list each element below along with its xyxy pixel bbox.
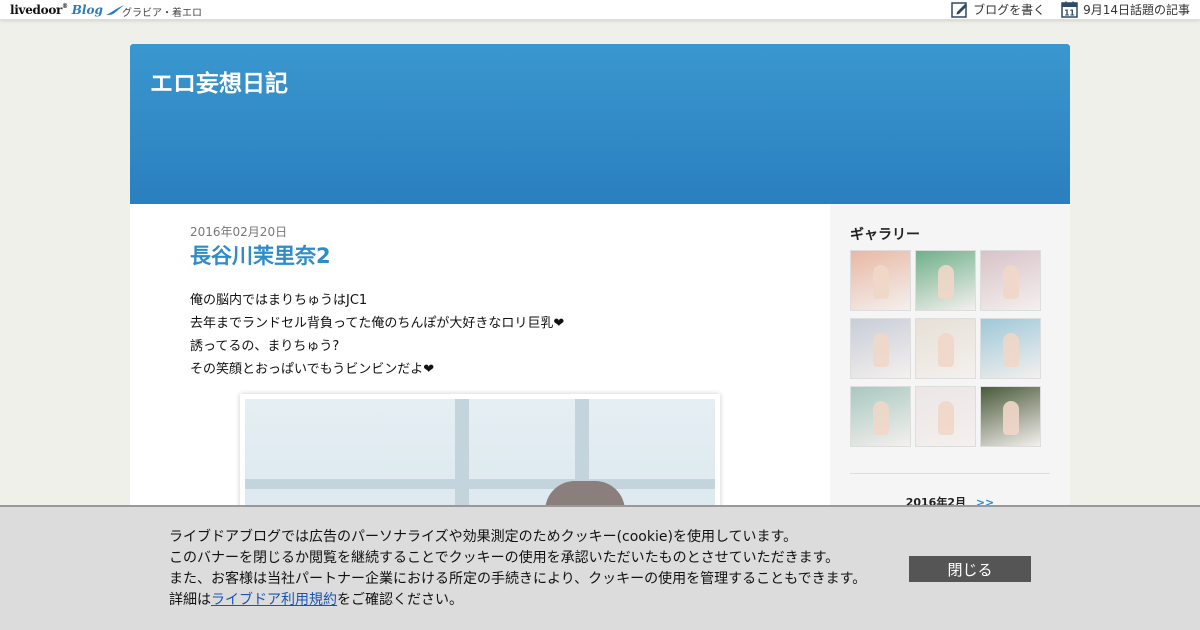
blog-title[interactable]: エロ妄想日記	[150, 64, 288, 98]
post-line: 去年までランドセル背負ってた俺のちんぽが大好きなロリ巨乳❤	[190, 316, 565, 331]
trending-articles-link[interactable]: 11 9月14日話題の記事	[1061, 1, 1190, 18]
trending-articles-label: 9月14日話題の記事	[1083, 3, 1190, 17]
terms-of-service-link[interactable]: ライブドア利用規約	[211, 592, 337, 608]
gallery-thumb[interactable]	[915, 250, 976, 311]
blog-category[interactable]: グラビア・着エロ	[122, 4, 202, 19]
cookie-line: ライブドアブログでは広告のパーソナライズや効果測定のためクッキー(cookie)…	[169, 529, 798, 545]
calendar-day: 11	[1064, 9, 1074, 18]
gallery-grid	[850, 250, 1045, 447]
cookie-line: また、お客様は当社パートナー企業における所定の手続きにより、クッキーの使用を管理…	[169, 571, 867, 587]
livedoor-blog-logo[interactable]: livedoor® Blog	[10, 2, 125, 18]
post-line: その笑顔とおっぱいでもうビンビンだよ❤	[190, 362, 435, 377]
write-blog-link[interactable]: ブログを書く	[951, 1, 1045, 18]
gallery-thumb[interactable]	[980, 250, 1041, 311]
gallery-thumb[interactable]	[915, 386, 976, 447]
post-line: 俺の脳内ではまりちゅうはJC1	[190, 293, 368, 308]
top-right-links: ブログを書く 11 9月14日話題の記事	[935, 1, 1190, 18]
post-line: 誘ってるの、まりちゅう?	[190, 339, 340, 354]
gallery-thumb[interactable]	[850, 318, 911, 379]
cookie-text: ライブドアブログでは広告のパーソナライズや効果測定のためクッキー(cookie)…	[169, 527, 866, 611]
write-blog-label: ブログを書く	[973, 3, 1046, 17]
gallery-thumb[interactable]	[980, 386, 1041, 447]
gallery-thumb[interactable]	[850, 386, 911, 447]
gallery-title: ギャラリー	[850, 227, 920, 243]
logo-blog-text: Blog	[71, 3, 103, 17]
logo-text: livedoor®	[10, 3, 68, 17]
post-date: 2016年02月20日	[190, 225, 288, 239]
cookie-banner: ライブドアブログでは広告のパーソナライズや効果測定のためクッキー(cookie)…	[0, 505, 1200, 630]
pencil-icon	[951, 2, 968, 18]
cookie-details-suffix: をご確認ください。	[337, 592, 463, 608]
top-bar: livedoor® Blog グラビア・着エロ ブログを書く 11 9月14日話…	[0, 0, 1200, 20]
calendar-icon: 11	[1061, 1, 1078, 18]
post-title[interactable]: 長谷川茉里奈2	[190, 240, 331, 270]
sidebar-divider	[850, 473, 1050, 474]
post-body: 俺の脳内ではまりちゅうはJC1 去年までランドセル背負ってた俺のちんぽが大好きな…	[190, 289, 564, 381]
cookie-details-prefix: 詳細は	[169, 592, 211, 608]
close-banner-button[interactable]: 閉じる	[909, 556, 1031, 582]
cookie-line: このバナーを閉じるか閲覧を継続することでクッキーの使用を承認いただいたものとさせ…	[169, 550, 840, 566]
gallery-thumb[interactable]	[980, 318, 1041, 379]
gallery-thumb[interactable]	[915, 318, 976, 379]
gallery-thumb[interactable]	[850, 250, 911, 311]
blog-header: エロ妄想日記	[130, 44, 1070, 204]
cookie-line: 詳細はライブドア利用規約をご確認ください。	[169, 590, 866, 611]
